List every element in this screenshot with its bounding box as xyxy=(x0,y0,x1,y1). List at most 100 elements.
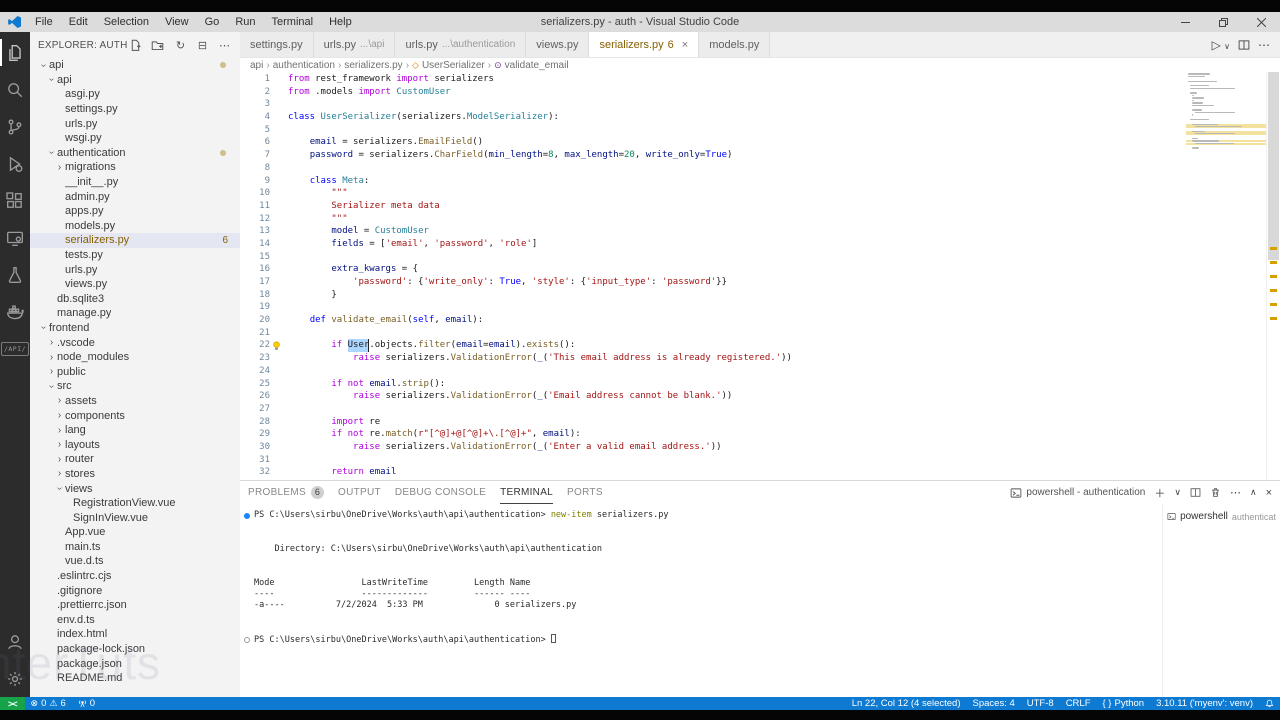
code-line-20[interactable]: 20 def validate_email(self, email): xyxy=(240,314,1186,327)
activity-source-control-icon[interactable] xyxy=(0,108,30,145)
breadcrumb-item[interactable]: authentication xyxy=(273,60,335,71)
maximize-panel-button[interactable]: ∧ xyxy=(1250,487,1257,498)
run-python-file-button[interactable]: ▷ ∨ xyxy=(1212,38,1230,52)
code-line-23[interactable]: 23 raise serializers. ValidationError(_('… xyxy=(240,352,1186,365)
kill-terminal-button[interactable] xyxy=(1210,487,1221,498)
activity-explorer-icon[interactable] xyxy=(0,34,30,71)
new-file-button[interactable] xyxy=(129,39,144,52)
terminal-output[interactable]: PS C:\Users\sirbu\OneDrive\Works\auth\ap… xyxy=(240,504,1162,697)
file-settings-py[interactable]: settings.py xyxy=(30,102,240,117)
refresh-button[interactable]: ↻ xyxy=(173,39,188,52)
menu-file[interactable]: File xyxy=(28,14,60,30)
panel-tab-output[interactable]: OUTPUT xyxy=(338,481,381,504)
menu-selection[interactable]: Selection xyxy=(97,14,156,30)
code-line-11[interactable]: 11 Serializer meta data xyxy=(240,200,1186,213)
folder-layouts[interactable]: › layouts xyxy=(30,437,240,452)
code-line-2[interactable]: 2 from .models import CustomUser xyxy=(240,86,1186,99)
tab-models-py[interactable]: models.py xyxy=(699,32,771,57)
folder-router[interactable]: › router xyxy=(30,452,240,467)
file-manage-py[interactable]: manage.py xyxy=(30,306,240,321)
code-line-1[interactable]: 1 from rest_framework import serializers xyxy=(240,73,1186,86)
panel-tab-ports[interactable]: PORTS xyxy=(567,481,603,504)
file-tests-py[interactable]: tests.py xyxy=(30,248,240,263)
file-index-html[interactable]: index.html xyxy=(30,627,240,642)
code-line-13[interactable]: 13 model = CustomUser xyxy=(240,225,1186,238)
code-line-12[interactable]: 12 """ xyxy=(240,213,1186,226)
tab-views-py[interactable]: views.py xyxy=(526,32,590,57)
panel-tab-problems[interactable]: PROBLEMS 6 xyxy=(248,481,324,504)
scrollbar-slider[interactable] xyxy=(1268,72,1279,260)
file-serializers-py[interactable]: serializers.py 6 xyxy=(30,233,240,248)
breadcrumb-item[interactable]: serializers.py xyxy=(344,60,402,71)
file-models-py[interactable]: models.py xyxy=(30,219,240,234)
file-main-ts[interactable]: main.ts xyxy=(30,540,240,555)
activity-run-debug-icon[interactable] xyxy=(0,145,30,182)
code-line-19[interactable]: 19 xyxy=(240,301,1186,314)
activity-accounts-icon[interactable] xyxy=(0,623,30,660)
folder-src[interactable]: › src xyxy=(30,379,240,394)
minimize-button[interactable] xyxy=(1166,12,1204,32)
activity-rest-api-icon[interactable]: /API/ xyxy=(0,330,30,367)
ports-status[interactable]: 0 xyxy=(72,697,101,710)
code-line-8[interactable]: 8 xyxy=(240,162,1186,175)
breadcrumb-item[interactable]: api xyxy=(250,60,263,71)
python-interpreter[interactable]: 3.10.11 ('myenv': venv) xyxy=(1150,697,1259,710)
code-line-27[interactable]: 27 xyxy=(240,403,1186,416)
file-app-vue[interactable]: App.vue xyxy=(30,525,240,540)
folder-migrations[interactable]: › migrations xyxy=(30,160,240,175)
code-line-3[interactable]: 3 xyxy=(240,98,1186,111)
tab-urls-py[interactable]: urls.py ...\authentication xyxy=(395,32,527,57)
eol-sequence[interactable]: CRLF xyxy=(1060,697,1097,710)
file-env-d-ts[interactable]: env.d.ts xyxy=(30,613,240,628)
breadcrumb[interactable]: api › authentication › serializers.py › ◇ UserS… xyxy=(240,58,1280,72)
breadcrumb-item[interactable]: validate_email xyxy=(505,60,569,71)
lightbulb-icon[interactable] xyxy=(272,341,281,351)
breadcrumb-item[interactable]: UserSerializer xyxy=(422,60,485,71)
terminal-profile-dropdown[interactable]: ∨ xyxy=(1174,487,1181,498)
menu-edit[interactable]: Edit xyxy=(62,14,95,30)
code-editor[interactable]: 1 from rest_framework import serializers 2… xyxy=(240,72,1186,480)
code-line-21[interactable]: 21 xyxy=(240,327,1186,340)
file-apps-py[interactable]: apps.py xyxy=(30,204,240,219)
close-tab-icon[interactable]: × xyxy=(682,39,688,51)
indentation[interactable]: Spaces: 4 xyxy=(967,697,1021,710)
new-terminal-button[interactable]: ＋ xyxy=(1154,485,1165,501)
split-editor-button[interactable] xyxy=(1238,39,1250,51)
more-button[interactable]: ⋯ xyxy=(217,39,232,52)
split-terminal-button[interactable] xyxy=(1190,487,1201,498)
code-line-32[interactable]: 32 return email xyxy=(240,466,1186,479)
code-line-4[interactable]: 4 class UserSerializer (serializers. ModelS… xyxy=(240,111,1186,124)
activity-docker-icon[interactable] xyxy=(0,293,30,330)
menu-view[interactable]: View xyxy=(158,14,196,30)
editor-scrollbar[interactable] xyxy=(1266,72,1280,480)
file-admin-py[interactable]: admin.py xyxy=(30,189,240,204)
panel-more-actions[interactable]: ⋯ xyxy=(1230,486,1241,499)
file-urls-py[interactable]: urls.py xyxy=(30,262,240,277)
code-line-29[interactable]: 29 if not re. match(r"[^@]+@[^@]+\.[^@]+"… xyxy=(240,428,1186,441)
folder-api[interactable]: › api xyxy=(30,73,240,88)
menu-go[interactable]: Go xyxy=(198,14,227,30)
terminal-list-item[interactable]: powershell authenticati... xyxy=(1163,508,1280,525)
notifications-bell[interactable] xyxy=(1259,697,1280,710)
close-button[interactable] xyxy=(1242,12,1280,32)
remote-indicator[interactable]: >< xyxy=(0,697,25,710)
activity-testing-icon[interactable] xyxy=(0,256,30,293)
problems-status[interactable]: ⊗ 0 ⚠ 6 xyxy=(25,697,72,710)
folder-components[interactable]: › components xyxy=(30,408,240,423)
file-urls-py[interactable]: urls.py xyxy=(30,116,240,131)
code-line-9[interactable]: 9 class Meta: xyxy=(240,175,1186,188)
panel-tab-debug-console[interactable]: DEBUG CONSOLE xyxy=(395,481,486,504)
file-package-json[interactable]: package.json xyxy=(30,656,240,671)
code-line-14[interactable]: 14 fields = ['email', 'password', 'role'… xyxy=(240,238,1186,251)
file-package-lock-json[interactable]: package-lock.json xyxy=(30,642,240,657)
folder-views[interactable]: › views xyxy=(30,481,240,496)
file--eslintrc-cjs[interactable]: .eslintrc.cjs xyxy=(30,569,240,584)
menu-run[interactable]: Run xyxy=(228,14,262,30)
code-line-25[interactable]: 25 if not email. strip (): xyxy=(240,378,1186,391)
code-line-15[interactable]: 15 xyxy=(240,251,1186,264)
code-line-17[interactable]: 17 'password': {'write_only': True, 'sty… xyxy=(240,276,1186,289)
folder--vscode[interactable]: › .vscode xyxy=(30,335,240,350)
folder-node-modules[interactable]: › node_modules xyxy=(30,350,240,365)
file--init-py[interactable]: __init__.py xyxy=(30,175,240,190)
activity-extensions-icon[interactable] xyxy=(0,182,30,219)
